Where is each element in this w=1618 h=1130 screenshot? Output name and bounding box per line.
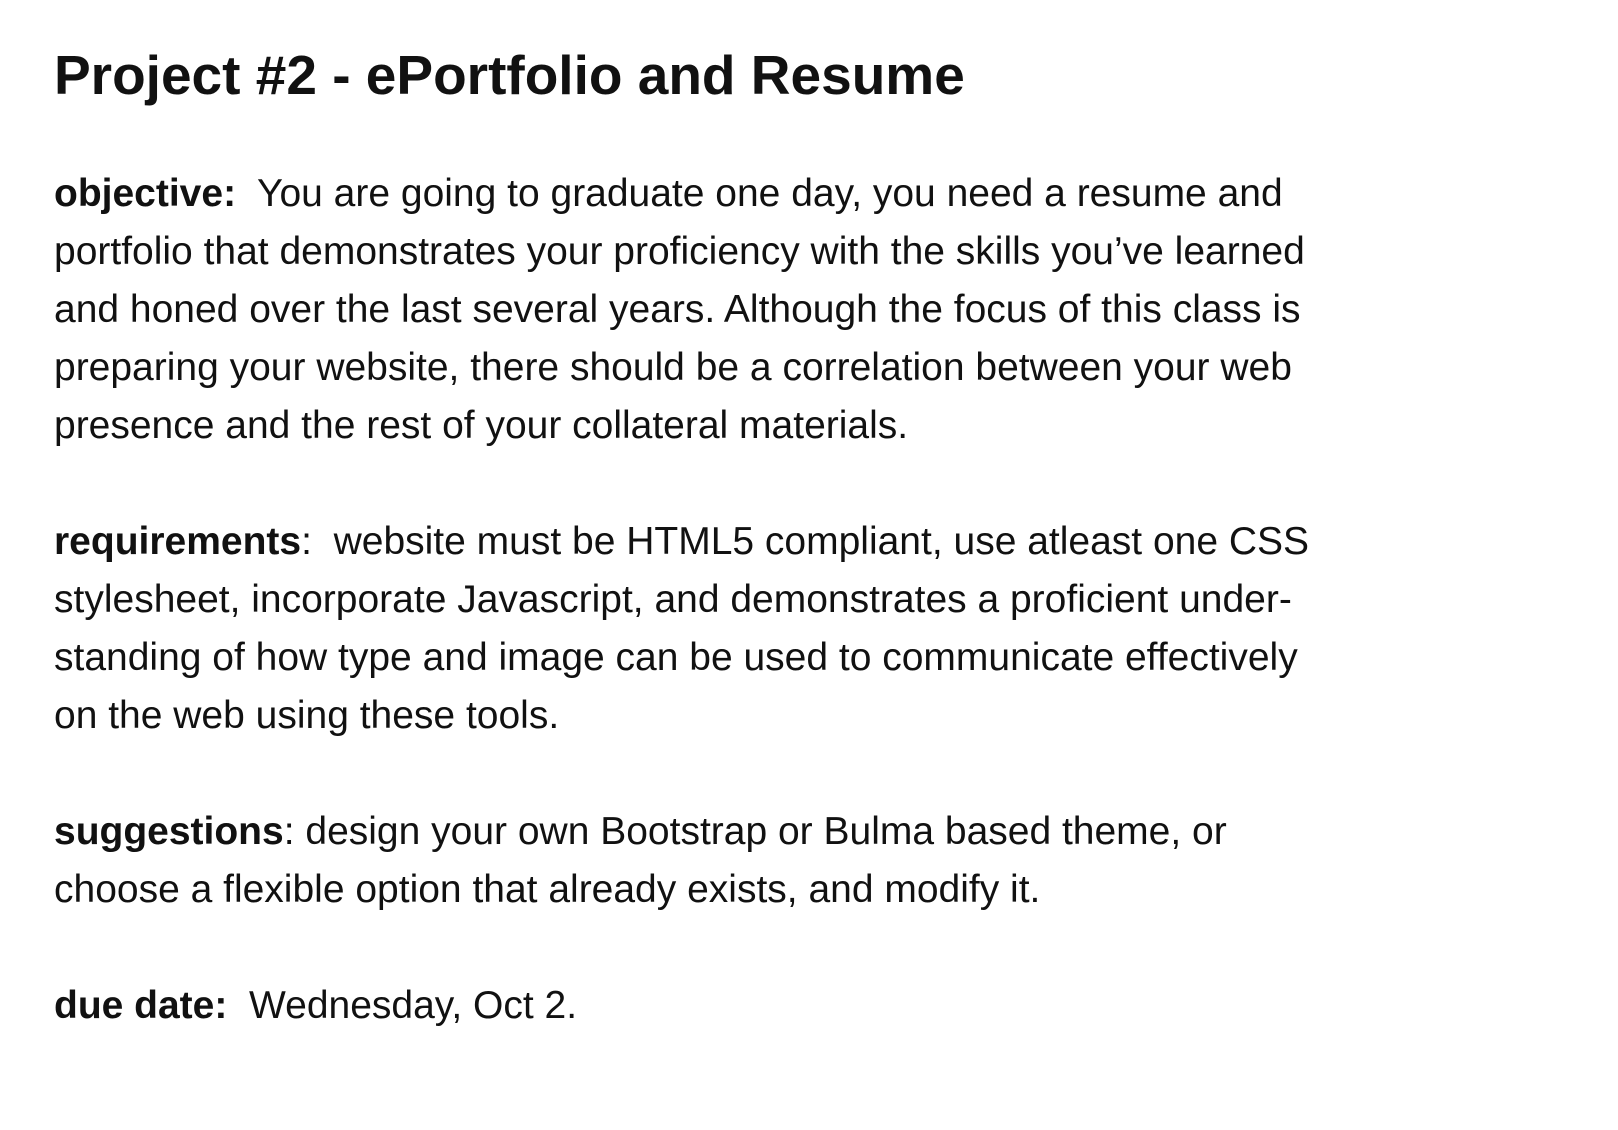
suggestions-text: choose a flexible option that already ex… bbox=[54, 868, 1041, 911]
suggestions-label: suggestions bbox=[54, 810, 284, 853]
requirements-text: standing of how type and image can be us… bbox=[54, 636, 1298, 679]
objective-label: objective: bbox=[54, 172, 237, 215]
objective-text: and honed over the last several years. A… bbox=[54, 288, 1301, 331]
objective-text: portfolio that demonstrates your profici… bbox=[54, 230, 1305, 273]
objective-section: objective: You are going to graduate one… bbox=[54, 165, 1305, 455]
requirements-label: requirements bbox=[54, 520, 302, 563]
suggestions-text: : design your own Bootstrap or Bulma bas… bbox=[283, 810, 1227, 853]
requirements-section: requirements: website must be HTML5 comp… bbox=[54, 513, 1309, 745]
objective-text: You are going to graduate one day, you n… bbox=[236, 172, 1283, 215]
due-date-label: due date: bbox=[54, 984, 228, 1027]
requirements-text: stylesheet, incorporate Javascript, and … bbox=[54, 578, 1292, 621]
page-title: Project #2 - ePortfolio and Resume bbox=[54, 44, 965, 106]
requirements-text: : website must be HTML5 compliant, use a… bbox=[301, 520, 1310, 563]
requirements-text: on the web using these tools. bbox=[54, 694, 560, 737]
due-date-text: Wednesday, Oct 2. bbox=[227, 984, 578, 1027]
objective-text: presence and the rest of your collateral… bbox=[54, 404, 909, 447]
due-date-section: due date: Wednesday, Oct 2. bbox=[54, 977, 577, 1035]
objective-text: preparing your website, there should be … bbox=[54, 346, 1292, 389]
suggestions-section: suggestions: design your own Bootstrap o… bbox=[54, 803, 1227, 919]
